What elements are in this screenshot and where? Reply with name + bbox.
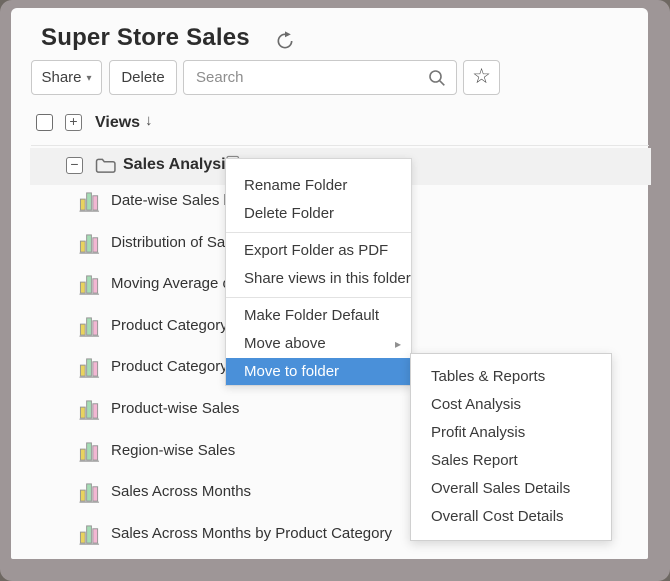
view-row[interactable]: Region-wise Sales xyxy=(11,431,431,473)
view-label: Product Category- xyxy=(111,317,233,334)
chevron-down-icon: ▾ xyxy=(87,74,92,84)
window-frame: Super Store Sales Share ▾ Delete xyxy=(0,0,670,581)
minus-icon: − xyxy=(70,156,78,172)
bar-chart-icon xyxy=(79,523,100,551)
view-row[interactable]: Sales Across Months xyxy=(11,472,431,514)
views-header-label: Views xyxy=(95,114,140,132)
submenu-item-overall-sales-details[interactable]: Overall Sales Details xyxy=(411,475,611,503)
submenu-item-profit-analysis[interactable]: Profit Analysis xyxy=(411,419,611,447)
menu-divider xyxy=(226,232,411,233)
sort-down-icon[interactable]: ↓ xyxy=(145,112,153,129)
bar-chart-icon xyxy=(79,398,100,426)
bar-chart-icon xyxy=(79,190,100,218)
delete-button[interactable]: Delete xyxy=(109,60,177,95)
menu-item-export-folder-pdf[interactable]: Export Folder as PDF xyxy=(226,237,411,265)
share-button[interactable]: Share ▾ xyxy=(31,60,102,95)
folder-icon xyxy=(95,157,116,179)
submenu-item-tables-reports[interactable]: Tables & Reports xyxy=(411,363,611,391)
view-label: Distribution of Sale xyxy=(111,234,237,251)
view-label: Product Category- xyxy=(111,358,233,375)
menu-item-share-views[interactable]: Share views in this folder xyxy=(226,265,411,293)
delete-button-label: Delete xyxy=(121,69,164,86)
menu-item-move-to-folder[interactable]: Move to folder xyxy=(226,358,411,385)
favorite-button[interactable]: ☆ xyxy=(463,60,500,95)
menu-divider xyxy=(226,297,411,298)
bar-chart-icon xyxy=(79,232,100,260)
search-box xyxy=(183,60,457,95)
menu-item-make-folder-default[interactable]: Make Folder Default xyxy=(226,302,411,330)
move-to-folder-submenu: Tables & Reports Cost Analysis Profit An… xyxy=(410,353,612,541)
view-label: Moving Average o xyxy=(111,275,231,292)
menu-item-rename-folder[interactable]: Rename Folder xyxy=(226,172,411,200)
page-title: Super Store Sales xyxy=(41,24,250,52)
submenu-item-overall-cost-details[interactable]: Overall Cost Details xyxy=(411,503,611,531)
refresh-icon[interactable] xyxy=(275,31,295,51)
search-input[interactable] xyxy=(184,61,456,94)
folder-name: Sales Analysis xyxy=(123,156,234,174)
submenu-item-sales-report[interactable]: Sales Report xyxy=(411,447,611,475)
view-label: Sales Across Months xyxy=(111,483,251,500)
view-label: Region-wise Sales xyxy=(111,442,235,459)
view-label: Date-wise Sales by xyxy=(111,192,239,209)
bar-chart-icon xyxy=(79,273,100,301)
menu-item-delete-folder[interactable]: Delete Folder xyxy=(226,200,411,228)
bar-chart-icon xyxy=(79,481,100,509)
header-divider xyxy=(31,145,649,146)
menu-item-move-above[interactable]: Move above ▸ xyxy=(226,330,411,358)
share-button-label: Share xyxy=(41,69,81,86)
select-all-checkbox[interactable] xyxy=(36,114,53,131)
view-row[interactable]: Sales Across Months by Product Category xyxy=(11,514,431,556)
menu-item-label: Move above xyxy=(244,335,326,352)
bar-chart-icon xyxy=(79,356,100,384)
submenu-arrow-icon: ▸ xyxy=(395,330,401,358)
bar-chart-icon xyxy=(79,440,100,468)
submenu-item-cost-analysis[interactable]: Cost Analysis xyxy=(411,391,611,419)
search-icon xyxy=(427,68,447,93)
bar-chart-icon xyxy=(79,315,100,343)
view-label: Sales Across Months by Product Category xyxy=(111,525,392,542)
plus-icon: + xyxy=(69,113,77,129)
view-label: Product-wise Sales xyxy=(111,400,239,417)
folder-context-menu: Rename Folder Delete Folder Export Folde… xyxy=(225,158,412,386)
star-icon: ☆ xyxy=(472,64,491,89)
collapse-folder-button[interactable]: − xyxy=(66,157,83,174)
view-row[interactable]: Product-wise Sales xyxy=(11,389,431,431)
expand-all-button[interactable]: + xyxy=(65,114,82,131)
